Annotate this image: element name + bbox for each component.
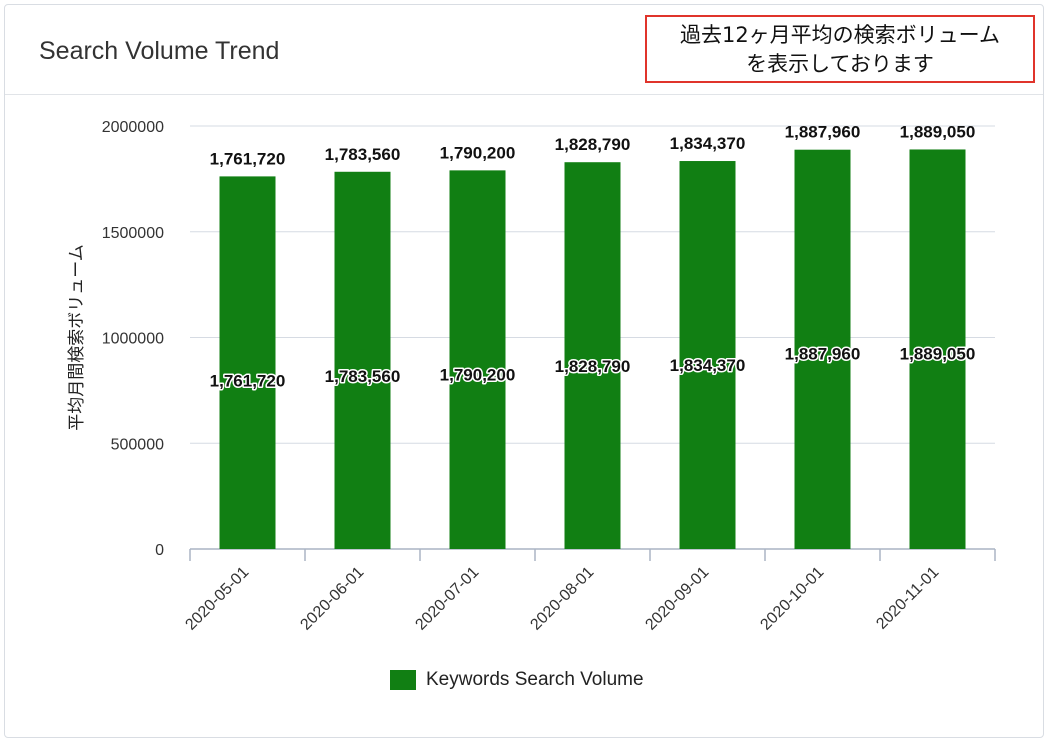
- x-tick-label: 2020-07-01: [412, 564, 482, 634]
- data-label-top: 1,828,790: [555, 135, 631, 154]
- bar[interactable]: [334, 171, 391, 550]
- y-tick-label: 500000: [111, 436, 164, 453]
- x-tick-label: 2020-05-01: [182, 564, 252, 634]
- y-tick-label: 1500000: [102, 225, 164, 242]
- data-label-top: 1,790,200: [440, 143, 516, 162]
- data-label-inside: 1,783,560: [325, 367, 401, 386]
- bar[interactable]: [449, 170, 506, 550]
- data-label-inside: 1,834,370: [670, 356, 746, 375]
- y-tick-label: 0: [155, 542, 164, 559]
- bar-chart: 0 500000 1000000 1500000 2000000 平均月間検索ボリューム 1…: [67, 119, 996, 634]
- x-tick-label: 2020-11-01: [873, 564, 942, 633]
- bar[interactable]: [679, 161, 736, 549]
- x-tick-label: 2020-09-01: [642, 564, 712, 634]
- chart-legend[interactable]: Keywords Search Volume: [390, 667, 644, 693]
- data-label-top: 1,889,050: [900, 122, 976, 141]
- data-label-top: 1,834,370: [670, 134, 746, 153]
- data-label-inside: 1,790,200: [440, 365, 516, 384]
- data-label-inside: 1,761,720: [210, 371, 286, 390]
- y-tick-label: 2000000: [102, 119, 164, 136]
- legend-label: Keywords Search Volume: [426, 669, 644, 690]
- x-tick-label: 2020-08-01: [527, 564, 597, 634]
- data-label-top: 1,887,960: [785, 123, 861, 142]
- x-tick-label: 2020-06-01: [297, 564, 367, 634]
- y-axis-label: 平均月間検索ボリューム: [67, 244, 87, 431]
- data-label-top: 1,761,720: [210, 149, 286, 168]
- x-tick-label: 2020-10-01: [757, 564, 827, 634]
- data-label-top: 1,783,560: [325, 145, 401, 164]
- data-label-inside: 1,887,960: [785, 345, 861, 364]
- legend-swatch: [390, 670, 416, 690]
- data-label-inside: 1,828,790: [555, 357, 631, 376]
- data-label-inside: 1,889,050: [900, 344, 976, 363]
- y-tick-label: 1000000: [102, 331, 164, 348]
- bar[interactable]: [564, 162, 621, 549]
- bar[interactable]: [219, 176, 276, 549]
